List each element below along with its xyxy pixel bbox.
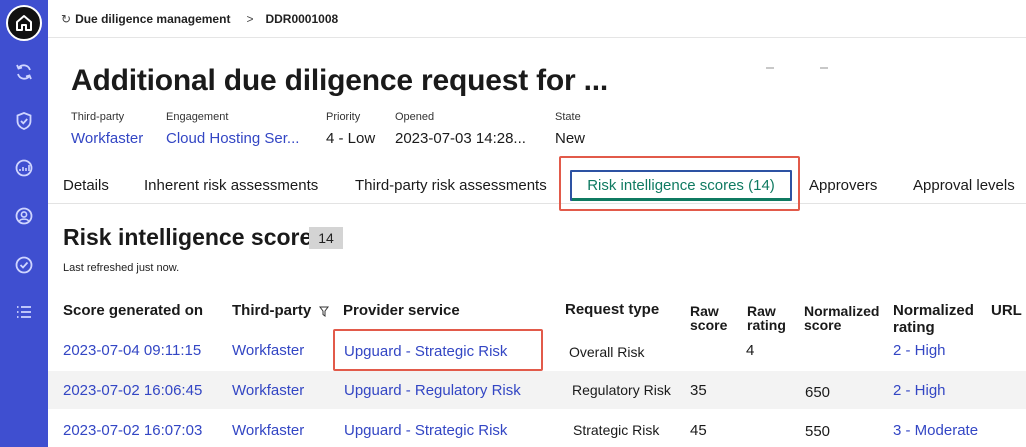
faded-divider [820,67,828,69]
opened-value: 2023-07-03 14:28... [395,130,526,147]
filter-icon[interactable] [319,306,330,317]
normalized-rating-link[interactable]: 3 - Moderate [893,422,978,439]
third-party-link[interactable]: Workfaster [71,130,143,147]
header-line: score [804,317,842,333]
tab-approvers[interactable]: Approvers [809,168,877,204]
column-header-raw-rating[interactable]: Raw rating [747,304,786,332]
state-value: New [555,130,586,147]
shield-check-icon [16,112,32,130]
score-generated-link[interactable]: 2023-07-02 16:07:03 [63,422,202,439]
nav-shield[interactable] [14,111,34,131]
raw-rating: 4 [746,342,755,359]
highlight-outline [559,156,800,211]
left-nav-rail [0,0,48,447]
column-header-normalized-rating[interactable]: Normalized rating [893,302,974,336]
field-third-party: Third-party Workfaster [71,111,143,147]
raw-score: 35 [690,382,707,399]
field-state: State New [555,111,585,147]
section-title: Risk intelligence scores [63,224,326,250]
home-icon [16,15,32,31]
header-line: Raw [690,303,719,319]
nav-analytics[interactable] [14,158,34,178]
engagement-link[interactable]: Cloud Hosting Ser... [166,130,299,147]
score-generated-link[interactable]: 2023-07-02 16:06:45 [63,382,202,399]
tab-third-party-risk-assessments[interactable]: Third-party risk assessments [355,168,547,204]
third-party-link[interactable]: Workfaster [232,342,304,359]
nav-profile[interactable] [14,206,34,226]
page-title: Additional due diligence request for ... [71,64,609,97]
field-opened: Opened 2023-07-03 14:28... [395,111,526,147]
breadcrumb: ↻ Due diligence management > DDR0001008 [48,0,1026,38]
header-line: Normalized [804,303,880,319]
field-label: Priority [326,111,361,123]
request-type: Strategic Risk [573,422,660,438]
refresh-icon[interactable]: ↻ [61,12,71,26]
table-row: 2023-07-02 16:06:45 Workfaster Upguard -… [48,371,1026,409]
request-type: Regulatory Risk [572,382,671,398]
nav-refresh[interactable] [14,62,34,82]
home-button[interactable] [6,5,42,41]
third-party-link[interactable]: Workfaster [232,382,304,399]
header-line: score [690,317,728,333]
count-badge: 14 [309,227,343,249]
faded-divider [766,67,774,69]
field-label: Opened [395,111,435,123]
breadcrumb-current: DDR0001008 [265,11,339,26]
last-refreshed-text: Last refreshed just now. [63,262,180,274]
field-engagement: Engagement Cloud Hosting Ser... [166,111,299,147]
raw-score: 45 [690,422,707,439]
tab-approval-levels[interactable]: Approval levels [913,168,1015,204]
header-label: Third-party [232,302,312,319]
column-header-raw-score[interactable]: Raw score [690,304,727,332]
header-line: Raw [747,303,776,319]
column-header-provider-service[interactable]: Provider service [343,302,460,319]
field-priority: Priority 4 - Low [326,111,375,147]
provider-service-link[interactable]: Upguard - Regulatory Risk [344,382,521,399]
column-header-normalized-score[interactable]: Normalized score [804,304,879,332]
header-line: Normalized [893,302,974,319]
tab-inherent-risk-assessments[interactable]: Inherent risk assessments [144,168,318,204]
breadcrumb-separator: > [246,11,254,26]
refresh-icon [16,64,32,80]
check-circle-icon [15,256,33,274]
field-label: Engagement [166,111,229,123]
column-header-third-party[interactable]: Third-party [232,302,330,319]
tab-bar: Details Inherent risk assessments Third-… [48,168,1026,204]
request-type: Overall Risk [569,344,645,360]
nav-approvals[interactable] [14,255,34,275]
header-line: rating [747,317,786,333]
column-header-url[interactable]: URL [991,302,1022,319]
score-generated-link[interactable]: 2023-07-04 09:11:15 [63,342,201,359]
field-label: State [555,111,581,123]
provider-service-link[interactable]: Upguard - Strategic Risk [344,422,507,439]
user-settings-icon [15,207,33,225]
field-label: Third-party [71,111,125,123]
priority-value: 4 - Low [326,130,376,147]
normalized-score: 650 [805,384,831,401]
highlight-outline [333,329,543,371]
normalized-rating-link[interactable]: 2 - High [893,342,946,359]
normalized-rating-link[interactable]: 2 - High [893,382,946,399]
normalized-score: 550 [805,423,831,440]
table-row: 2023-07-02 16:07:03 Workfaster Upguard -… [48,411,1026,447]
tab-details[interactable]: Details [63,168,109,204]
analytics-icon [15,159,33,177]
third-party-link[interactable]: Workfaster [232,422,304,439]
column-header-score-generated-on[interactable]: Score generated on [63,302,203,319]
list-icon [17,306,31,318]
nav-list[interactable] [14,302,34,322]
breadcrumb-parent[interactable]: Due diligence management [75,12,230,26]
column-header-request-type[interactable]: Request type [565,301,659,318]
